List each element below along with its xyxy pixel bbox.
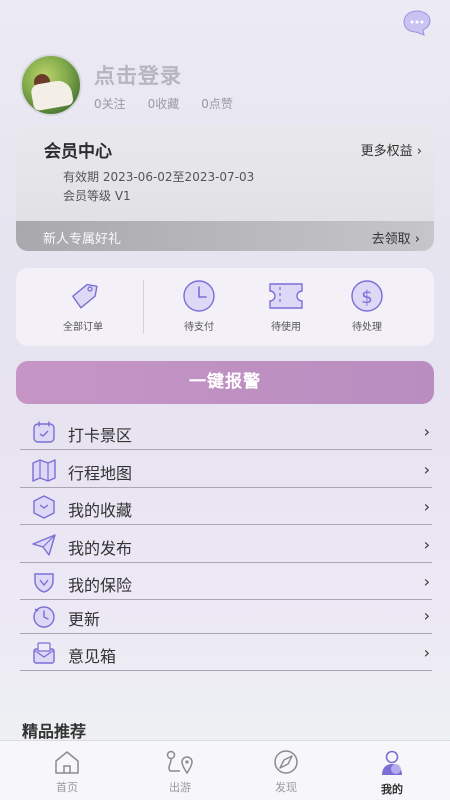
featured-title: 精品推荐 xyxy=(22,722,87,741)
route-icon xyxy=(166,750,193,775)
member-level: 会员等级 V1 xyxy=(63,189,131,203)
menu-item-feedback[interactable]: 意见箱 › xyxy=(20,634,432,671)
member-card[interactable]: 会员中心 更多权益 › 有效期 2023-06-02至2023-07-03 会员… xyxy=(16,126,434,251)
tab-label: 首页 xyxy=(56,781,78,794)
tab-discover[interactable]: 发现 xyxy=(256,749,316,795)
menu-label: 我的发布 xyxy=(68,539,133,558)
order-to-process-label: 待处理 xyxy=(352,322,382,333)
order-all-button[interactable]: 全部订单 xyxy=(48,276,118,333)
order-to-use-button[interactable]: 待使用 xyxy=(251,276,321,333)
chevron-right-icon: › xyxy=(423,643,430,662)
tab-travel[interactable]: 出游 xyxy=(150,749,210,795)
home-icon xyxy=(55,751,79,774)
member-validity: 有效期 2023-06-02至2023-07-03 xyxy=(63,170,255,184)
menu-label: 打卡景区 xyxy=(68,426,133,445)
map-icon xyxy=(32,459,56,482)
following-count[interactable]: 0关注 xyxy=(94,95,126,112)
gift-label: 新人专属好礼 xyxy=(43,232,122,247)
chevron-right-icon: › xyxy=(423,497,430,516)
menu-item-insurance[interactable]: 我的保险 › xyxy=(20,563,432,600)
svg-text:$: $ xyxy=(361,287,372,308)
menu-label: 更新 xyxy=(68,610,101,629)
tab-label: 出游 xyxy=(169,781,191,794)
chat-bubble-icon[interactable] xyxy=(402,9,432,37)
menu-item-favorites[interactable]: 我的收藏 › xyxy=(20,488,432,525)
bottom-tab-bar: 首页 出游 发现 我的 xyxy=(0,740,450,800)
compass-icon xyxy=(274,750,298,774)
order-to-process-button[interactable]: $ 待处理 xyxy=(332,276,402,333)
emergency-alarm-button[interactable]: 一键报警 xyxy=(16,361,434,404)
menu-label: 我的保险 xyxy=(68,576,133,595)
tag-icon xyxy=(72,283,98,309)
send-icon xyxy=(32,534,56,556)
gift-bar[interactable]: 新人专属好礼 去领取 › xyxy=(16,221,434,251)
mailbox-icon xyxy=(33,642,55,664)
order-pending-payment-button[interactable]: 待支付 xyxy=(164,276,234,333)
chevron-right-icon: › xyxy=(423,422,430,441)
member-title: 会员中心 xyxy=(44,142,112,162)
claim-link[interactable]: 去领取 › xyxy=(372,228,420,247)
checkin-icon xyxy=(33,421,55,443)
menu-item-my-posts[interactable]: 我的发布 › xyxy=(20,526,432,563)
tab-home[interactable]: 首页 xyxy=(37,749,97,795)
order-to-use-label: 待使用 xyxy=(271,322,301,333)
user-icon xyxy=(382,750,402,775)
dollar-icon: $ xyxy=(351,280,383,312)
collect-icon xyxy=(33,495,55,519)
update-icon xyxy=(33,606,55,628)
login-link[interactable]: 点击登录 xyxy=(94,60,182,90)
chevron-right-icon: › xyxy=(423,460,430,479)
order-pending-payment-label: 待支付 xyxy=(184,322,214,333)
orders-divider xyxy=(143,280,144,334)
chevron-right-icon: › xyxy=(423,535,430,554)
more-benefits-link[interactable]: 更多权益 › xyxy=(361,140,422,159)
menu-item-checkin[interactable]: 打卡景区 › xyxy=(20,413,432,450)
menu-item-trip-map[interactable]: 行程地图 › xyxy=(20,451,432,488)
tab-label: 我的 xyxy=(381,783,403,796)
chevron-right-icon: › xyxy=(423,572,430,591)
menu-label: 我的收藏 xyxy=(68,501,133,520)
ticket-icon xyxy=(269,283,303,309)
avatar[interactable] xyxy=(20,54,82,116)
order-all-label: 全部订单 xyxy=(63,322,103,333)
tab-label: 发现 xyxy=(275,781,297,794)
clock-icon xyxy=(183,280,215,312)
menu-label: 意见箱 xyxy=(68,647,117,666)
chevron-right-icon: › xyxy=(423,606,430,625)
profile-stats: 0关注 0收藏 0点赞 xyxy=(94,95,233,112)
favorites-count[interactable]: 0收藏 xyxy=(148,95,180,112)
shield-icon xyxy=(34,573,54,593)
likes-count[interactable]: 0点赞 xyxy=(201,95,233,112)
menu-item-update[interactable]: 更新 › xyxy=(20,597,432,634)
menu-label: 行程地图 xyxy=(68,464,133,483)
tab-mine[interactable]: 我的 xyxy=(362,749,422,797)
orders-panel: 全部订单 待支付 待使用 $ 待处理 xyxy=(16,268,434,346)
